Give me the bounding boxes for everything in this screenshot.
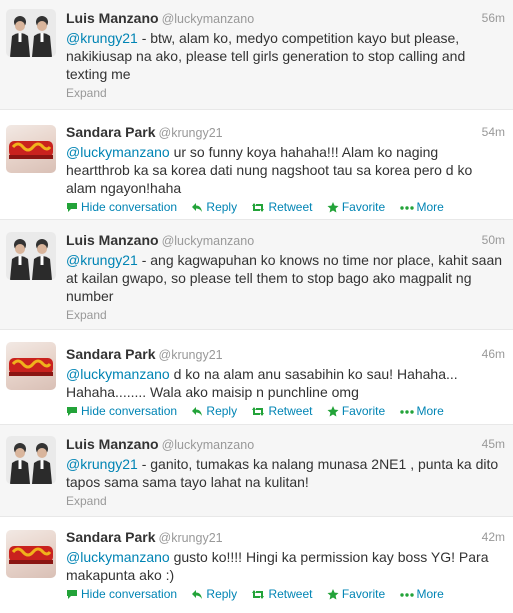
- author-name[interactable]: Sandara Park: [66, 529, 156, 545]
- dots-icon: [399, 206, 414, 210]
- timestamp[interactable]: 54m: [482, 123, 505, 141]
- tweet[interactable]: Sandara Park @krungy21 54m @luckymanzano …: [0, 110, 513, 220]
- hide-conversation-link[interactable]: Hide conversation: [66, 200, 177, 214]
- tweet-actions: Hide conversation Reply Retweet Favorite…: [66, 200, 505, 214]
- avatar-sandara[interactable]: [6, 342, 56, 390]
- mention-link[interactable]: @luckymanzano: [66, 366, 170, 382]
- avatar-luis[interactable]: [6, 232, 56, 280]
- more-button[interactable]: More: [399, 587, 444, 601]
- avatar-sandara[interactable]: [6, 125, 56, 173]
- reply-arrow-icon: [192, 407, 203, 416]
- author-name[interactable]: Luis Manzano: [66, 436, 159, 452]
- timestamp[interactable]: 45m: [482, 435, 505, 453]
- timestamp[interactable]: 56m: [482, 9, 505, 27]
- tweet-text: @luckymanzano ur so funny koya hahaha!!!…: [66, 143, 505, 197]
- retweet-icon: [252, 407, 265, 416]
- reply-button[interactable]: Reply: [191, 200, 237, 214]
- author-name[interactable]: Sandara Park: [66, 346, 156, 362]
- author-name[interactable]: Sandara Park: [66, 124, 156, 140]
- author-handle[interactable]: @krungy21: [159, 531, 223, 545]
- retweet-button[interactable]: Retweet: [251, 404, 312, 418]
- expand-link[interactable]: Expand: [66, 494, 505, 508]
- retweet-button[interactable]: Retweet: [251, 587, 312, 601]
- favorite-button[interactable]: Favorite: [327, 587, 385, 601]
- timeline: Luis Manzano @luckymanzano 56m @krungy21 …: [0, 0, 513, 613]
- reply-arrow-icon: [192, 203, 203, 212]
- timestamp[interactable]: 50m: [482, 231, 505, 249]
- reply-button[interactable]: Reply: [191, 587, 237, 601]
- speech-bubble-icon: [67, 407, 77, 416]
- tweet-text: @krungy21 - ganito, tumakas ka nalang mu…: [66, 455, 505, 491]
- mention-link[interactable]: @luckymanzano: [66, 549, 170, 565]
- tweet[interactable]: Luis Manzano @luckymanzano 56m @krungy21 …: [0, 0, 513, 110]
- timestamp[interactable]: 46m: [482, 345, 505, 363]
- mention-link[interactable]: @krungy21: [66, 456, 138, 472]
- more-button[interactable]: More: [399, 404, 444, 418]
- more-button[interactable]: More: [399, 200, 444, 214]
- favorite-button[interactable]: Favorite: [327, 200, 385, 214]
- tweet[interactable]: Luis Manzano @luckymanzano 50m @krungy21 …: [0, 220, 513, 330]
- speech-bubble-icon: [67, 203, 77, 212]
- tweet-actions: Hide conversation Reply Retweet Favorite…: [66, 404, 505, 418]
- author-name[interactable]: Luis Manzano: [66, 10, 159, 26]
- reply-arrow-icon: [192, 590, 203, 599]
- tweet-text: @krungy21 - btw, alam ko, medyo competit…: [66, 29, 505, 83]
- avatar-sandara[interactable]: [6, 530, 56, 578]
- expand-link[interactable]: Expand: [66, 308, 505, 322]
- author-handle[interactable]: @luckymanzano: [162, 234, 255, 248]
- retweet-icon: [252, 203, 265, 212]
- tweet-actions: Hide conversation Reply Retweet Favorite…: [66, 587, 505, 601]
- tweet-text: @luckymanzano d ko na alam anu sasabihin…: [66, 365, 505, 401]
- star-icon: [327, 589, 339, 600]
- avatar-luis[interactable]: [6, 436, 56, 484]
- tweet[interactable]: Sandara Park @krungy21 42m @luckymanzano …: [0, 517, 513, 613]
- tweet-text: @krungy21 - ang kagwapuhan ko knows no t…: [66, 251, 505, 305]
- tweet[interactable]: Sandara Park @krungy21 46m @luckymanzano …: [0, 330, 513, 425]
- retweet-button[interactable]: Retweet: [251, 200, 312, 214]
- retweet-icon: [252, 590, 265, 599]
- author-handle[interactable]: @krungy21: [159, 348, 223, 362]
- reply-button[interactable]: Reply: [191, 404, 237, 418]
- avatar-luis[interactable]: [6, 9, 56, 57]
- expand-link[interactable]: Expand: [66, 86, 505, 100]
- mention-link[interactable]: @luckymanzano: [66, 144, 170, 160]
- author-handle[interactable]: @krungy21: [159, 126, 223, 140]
- dots-icon: [399, 593, 414, 597]
- author-handle[interactable]: @luckymanzano: [162, 438, 255, 452]
- hide-conversation-link[interactable]: Hide conversation: [66, 404, 177, 418]
- author-name[interactable]: Luis Manzano: [66, 232, 159, 248]
- tweet[interactable]: Luis Manzano @luckymanzano 45m @krungy21 …: [0, 425, 513, 517]
- dots-icon: [399, 410, 414, 414]
- star-icon: [327, 202, 339, 213]
- tweet-text: @luckymanzano gusto ko!!!! Hingi ka perm…: [66, 548, 505, 584]
- favorite-button[interactable]: Favorite: [327, 404, 385, 418]
- hide-conversation-link[interactable]: Hide conversation: [66, 587, 177, 601]
- author-handle[interactable]: @luckymanzano: [162, 12, 255, 26]
- timestamp[interactable]: 42m: [482, 528, 505, 546]
- mention-link[interactable]: @krungy21: [66, 252, 138, 268]
- star-icon: [327, 406, 339, 417]
- mention-link[interactable]: @krungy21: [66, 30, 138, 46]
- speech-bubble-icon: [67, 590, 77, 599]
